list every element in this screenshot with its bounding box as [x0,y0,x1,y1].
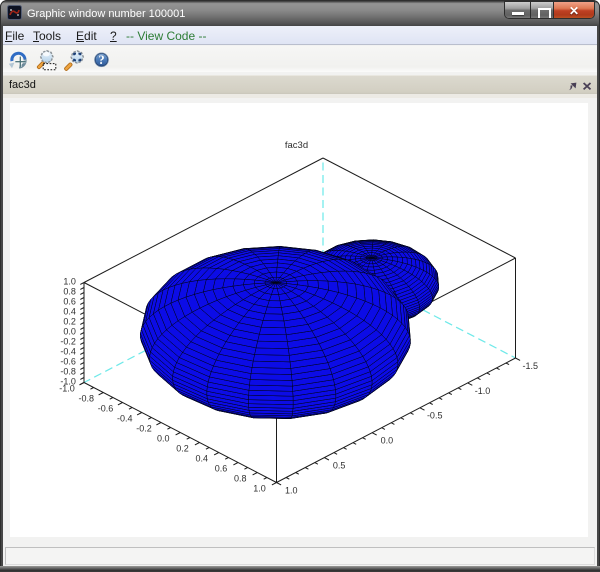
svg-text:0.8: 0.8 [63,287,76,297]
svg-text:fac3d: fac3d [285,140,308,151]
svg-text:0.6: 0.6 [215,464,228,474]
svg-text:-0.8: -0.8 [79,394,95,404]
svg-text:1.0: 1.0 [285,485,298,495]
svg-text:0.6: 0.6 [63,297,76,307]
svg-text:1.0: 1.0 [63,277,76,287]
svg-text:-1.5: -1.5 [523,361,539,371]
svg-text:0.0: 0.0 [381,436,394,446]
svg-text:0.2: 0.2 [63,317,76,327]
svg-text:-1.0: -1.0 [59,384,75,394]
svg-text:0.4: 0.4 [63,307,76,317]
svg-text:-0.4: -0.4 [117,414,133,424]
svg-text:0.4: 0.4 [196,454,209,464]
svg-text:-0.2: -0.2 [60,337,76,347]
svg-text:0.2: 0.2 [176,444,189,454]
svg-text:-0.6: -0.6 [98,404,114,414]
svg-text:-0.5: -0.5 [427,411,443,421]
svg-text:0.8: 0.8 [234,474,247,484]
svg-text:0.5: 0.5 [333,461,346,471]
svg-text:-1.0: -1.0 [475,386,491,396]
svg-text:-0.4: -0.4 [60,347,76,357]
svg-text:?: ? [98,53,104,67]
svg-text:-0.6: -0.6 [60,357,76,367]
svg-text:0.0: 0.0 [157,434,170,444]
svg-text:-0.2: -0.2 [136,424,152,434]
svg-text:0.0: 0.0 [63,327,76,337]
svg-text:-0.8: -0.8 [60,367,76,377]
svg-text:1.0: 1.0 [253,484,266,494]
